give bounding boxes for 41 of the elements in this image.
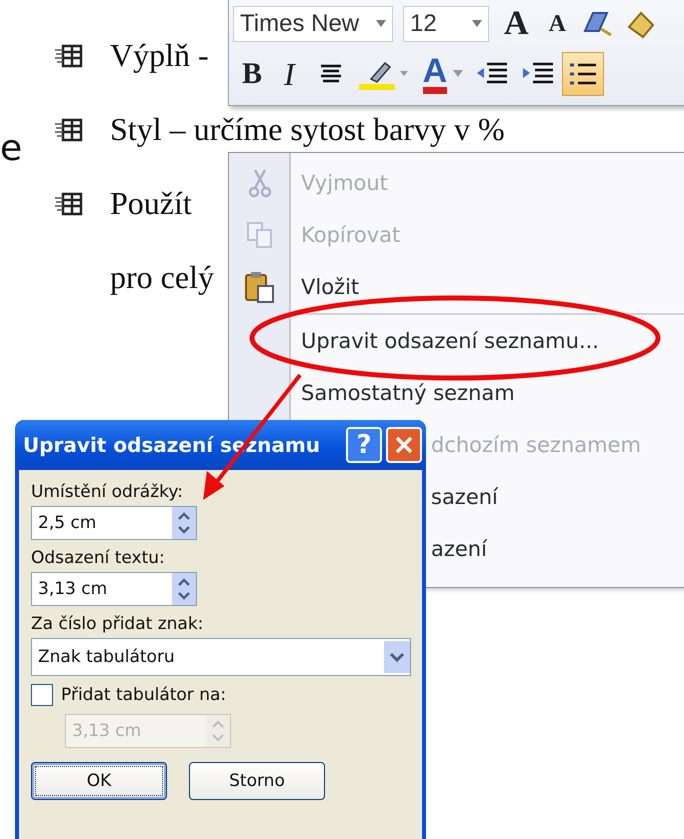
field-label: Odsazení textu: — [31, 548, 165, 568]
menu-item[interactable]: Samostatný seznam — [301, 381, 515, 405]
spin-field[interactable]: 3,13 cm — [31, 572, 197, 606]
font-name-combo[interactable]: Times New — [233, 6, 393, 42]
document-text: pro celý — [110, 258, 214, 296]
dialog-button[interactable]: OK — [31, 762, 167, 800]
field-label: Za číslo přidat znak: — [31, 614, 204, 634]
caret-icon — [453, 70, 464, 78]
document-text: Styl – určíme sytost barvy v % — [110, 110, 505, 148]
menu-item[interactable]: sazení — [431, 485, 498, 509]
spinner-icon[interactable] — [172, 507, 196, 539]
close-button[interactable] — [386, 427, 422, 463]
menu-item[interactable]: azení — [431, 537, 487, 561]
dialog-button[interactable]: Storno — [189, 762, 325, 800]
scissors-icon — [247, 168, 273, 198]
italic-button[interactable]: I — [269, 52, 310, 96]
spinner-icon[interactable] — [172, 573, 196, 605]
menu-item[interactable]: Vložit — [301, 275, 360, 299]
checkbox-label: Přidat tabulátor na: — [61, 685, 226, 705]
spinner-icon — [206, 715, 230, 747]
caret-icon — [472, 20, 482, 28]
document-text: Výplň - — [110, 36, 209, 74]
document-text: Použít — [110, 184, 192, 222]
shrink-font-button[interactable]: A — [544, 5, 571, 43]
bold-button[interactable]: B — [237, 52, 268, 96]
checkbox[interactable] — [31, 684, 53, 706]
grow-font-button[interactable]: A — [499, 5, 534, 43]
field-label: Umístění odrážky: — [31, 482, 183, 502]
font-size-combo[interactable]: 12 — [403, 6, 489, 42]
close-icon — [393, 434, 415, 456]
font-color-button[interactable]: A — [418, 52, 468, 96]
menu-item[interactable]: Upravit odsazení seznamu... — [301, 329, 599, 353]
clipboard-icon — [244, 270, 276, 304]
help-button[interactable]: ? — [346, 427, 382, 463]
bullets-button[interactable] — [562, 52, 604, 96]
caret-icon — [376, 20, 386, 28]
spin-field[interactable]: 2,5 cm — [31, 506, 197, 540]
copy-icon — [245, 220, 275, 250]
dropdown-field[interactable]: Znak tabulátoru — [31, 638, 411, 676]
chevron-down-icon[interactable] — [384, 641, 410, 673]
text-fragment: e — [0, 128, 22, 169]
